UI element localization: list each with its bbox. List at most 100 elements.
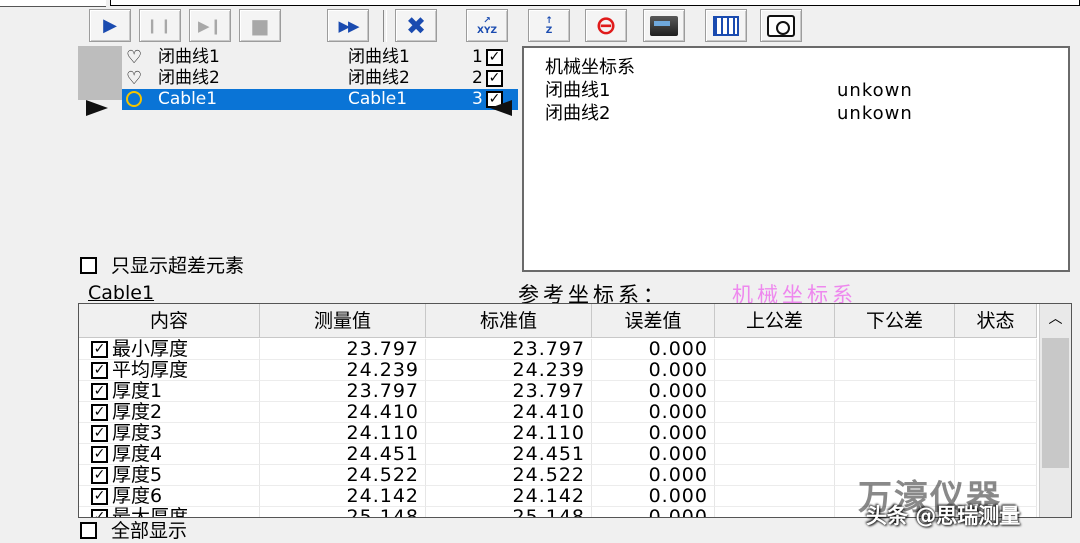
tools-button[interactable]: ✖ [395,9,437,42]
element-row[interactable]: ♡ 闭曲线1 闭曲线1 1 ✓ [122,47,518,68]
empty-cell [715,339,835,360]
empty-cell [835,339,955,360]
empty-cell [835,423,955,444]
empty-cell [715,486,835,507]
row-checkbox[interactable]: ✓ [91,467,108,484]
empty-cell [715,360,835,381]
row-name-cell: ✓ 厚度5 [79,465,260,486]
fast-forward-icon: ▶▶ [338,16,359,35]
cell-nominal: 24.110 [426,423,592,444]
column-header[interactable]: 测量值 [260,304,426,338]
element-type: 闭曲线2 [348,68,410,88]
play-button[interactable]: ▶ [89,9,131,42]
table-row[interactable]: ✓ 厚度4 24.451 24.451 0.000 [79,444,1037,465]
stop-button[interactable]: ■ [239,9,281,42]
table-row[interactable]: ✓ 最小厚度 23.797 23.797 0.000 [79,339,1037,360]
row-name-cell: ✓ 最大厚度 [79,507,260,517]
row-checkbox[interactable]: ✓ [91,425,108,442]
scroll-up-icon[interactable]: ︿ [1040,304,1071,334]
fast-forward-button[interactable]: ▶▶ [327,9,369,42]
column-header[interactable]: 标准值 [426,304,592,338]
cell-error: 0.000 [592,486,715,507]
row-name-cell: ✓ 平均厚度 [79,360,260,381]
row-name: 厚度2 [112,401,163,423]
row-name: 厚度6 [112,485,163,507]
row-marker-right-icon [490,100,512,116]
cell-nominal: 24.451 [426,444,592,465]
show-all-checkbox[interactable] [80,522,97,539]
grid-icon [713,15,739,36]
play-icon: ▶ [103,15,117,36]
row-name: 厚度3 [112,422,163,444]
column-header[interactable]: 误差值 [592,304,715,338]
empty-cell [835,402,955,423]
only-out-of-tolerance-checkbox[interactable] [80,257,97,274]
column-header[interactable]: 内容 [79,304,260,338]
row-name: 厚度1 [112,380,163,402]
element-row[interactable]: ♡ 闭曲线2 闭曲线2 2 ✓ [122,68,518,89]
empty-cell [715,423,835,444]
row-marker-left-icon [86,100,108,116]
element-name: 闭曲线2 [158,68,220,88]
empty-cell [955,339,1037,360]
xyz-axis-button[interactable]: ↗ XYZ [466,9,508,42]
disable-button[interactable]: ⊖ [585,9,627,42]
table-row[interactable]: ✓ 平均厚度 24.239 24.239 0.000 [79,360,1037,381]
pause-icon: ❙❙ [146,17,174,34]
step-button[interactable]: ▶❙ [189,9,231,42]
column-header[interactable]: 下公差 [835,304,955,338]
cell-measured: 24.451 [260,444,426,465]
grid-button[interactable] [705,9,747,42]
empty-cell [955,381,1037,402]
selected-element-name: Cable1 [88,282,155,304]
element-index: 1 [472,47,483,67]
empty-cell [715,465,835,486]
cell-error: 0.000 [592,444,715,465]
cell-error: 0.000 [592,507,715,517]
cell-nominal: 24.522 [426,465,592,486]
element-name: Cable1 [158,89,218,109]
row-checkbox[interactable]: ✓ [91,446,108,463]
element-visible-checkbox[interactable]: ✓ [486,70,503,87]
element-visible-checkbox[interactable]: ✓ [486,49,503,66]
element-row-selected[interactable]: Cable1 Cable1 3 ✓ [122,89,518,110]
cell-nominal: 25.148 [426,507,592,517]
empty-cell [835,444,955,465]
heart-outline-icon: ♡ [126,47,143,68]
cell-error: 0.000 [592,381,715,402]
row-name-cell: ✓ 厚度2 [79,402,260,423]
row-checkbox[interactable]: ✓ [91,488,108,505]
row-checkbox[interactable]: ✓ [91,509,108,517]
pause-button[interactable]: ❙❙ [139,9,181,42]
cell-measured: 24.410 [260,402,426,423]
camera-button[interactable] [760,9,802,42]
row-name-cell: ✓ 最小厚度 [79,339,260,360]
cable-icon [126,91,142,107]
empty-cell [715,444,835,465]
table-row[interactable]: ✓ 厚度3 24.110 24.110 0.000 [79,423,1037,444]
element-type: 闭曲线1 [348,47,410,67]
show-all-option[interactable]: 全部显示 [80,519,280,542]
column-header[interactable]: 上公差 [715,304,835,338]
heart-outline-icon: ♡ [126,68,143,89]
row-checkbox[interactable]: ✓ [91,362,108,379]
row-checkbox[interactable]: ✓ [91,341,108,358]
row-name-cell: ✓ 厚度1 [79,381,260,402]
cell-nominal: 24.239 [426,360,592,381]
row-checkbox[interactable]: ✓ [91,404,108,421]
only-out-of-tolerance-option[interactable]: 只显示超差元素 [80,255,320,277]
element-name: 闭曲线1 [158,47,220,67]
row-checkbox[interactable]: ✓ [91,383,108,400]
table-row[interactable]: ✓ 厚度1 23.797 23.797 0.000 [79,381,1037,402]
cell-error: 0.000 [592,402,715,423]
coordinate-row-name: 闭曲线1 [545,80,611,101]
z-axis-button[interactable]: ↑ Z [528,9,570,42]
empty-cell [835,360,955,381]
cell-error: 0.000 [592,339,715,360]
machine-button[interactable] [643,9,685,42]
coordinate-panel[interactable]: 机械坐标系 闭曲线1 unkown 闭曲线2 unkown [522,46,1070,272]
table-row[interactable]: ✓ 厚度2 24.410 24.410 0.000 [79,402,1037,423]
column-header[interactable]: 状态 [955,304,1037,338]
scroll-thumb[interactable] [1042,338,1069,468]
row-name: 最小厚度 [112,338,189,360]
